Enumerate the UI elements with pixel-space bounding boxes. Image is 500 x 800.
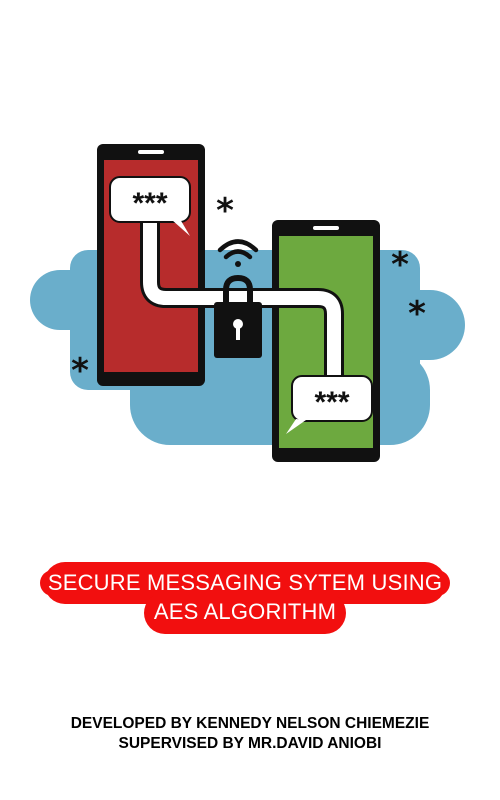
supervisor-credit: SUPERVISED BY MR.DAVID ANIOBI bbox=[118, 735, 382, 752]
app-title-banner: SECURE MESSAGING SYTEM USING AES ALGORIT… bbox=[40, 556, 450, 640]
svg-text:*: * bbox=[71, 351, 89, 391]
developer-credit: DEVELOPED BY KENNEDY NELSON CHIEMEZIE bbox=[70, 715, 430, 732]
app-title-line-1: SECURE MESSAGING SYTEM USING bbox=[47, 570, 443, 595]
svg-text:*: * bbox=[391, 245, 409, 285]
splash-screen: *** *** * * * * SECURE MESSAGING SYTEM U… bbox=[0, 0, 500, 800]
svg-text:*: * bbox=[216, 191, 234, 231]
app-title-line-2: AES ALGORITHM bbox=[153, 599, 337, 624]
right-chat-bubble-text: *** bbox=[314, 386, 349, 419]
app-title: SECURE MESSAGING SYTEM USING AES ALGORIT… bbox=[40, 568, 450, 626]
secure-messaging-illustration: *** *** * * * * bbox=[30, 144, 465, 462]
left-chat-bubble-text: *** bbox=[132, 187, 167, 220]
svg-text:*: * bbox=[408, 294, 426, 334]
credits-block: DEVELOPED BY KENNEDY NELSON CHIEMEZIE SU… bbox=[0, 714, 500, 754]
